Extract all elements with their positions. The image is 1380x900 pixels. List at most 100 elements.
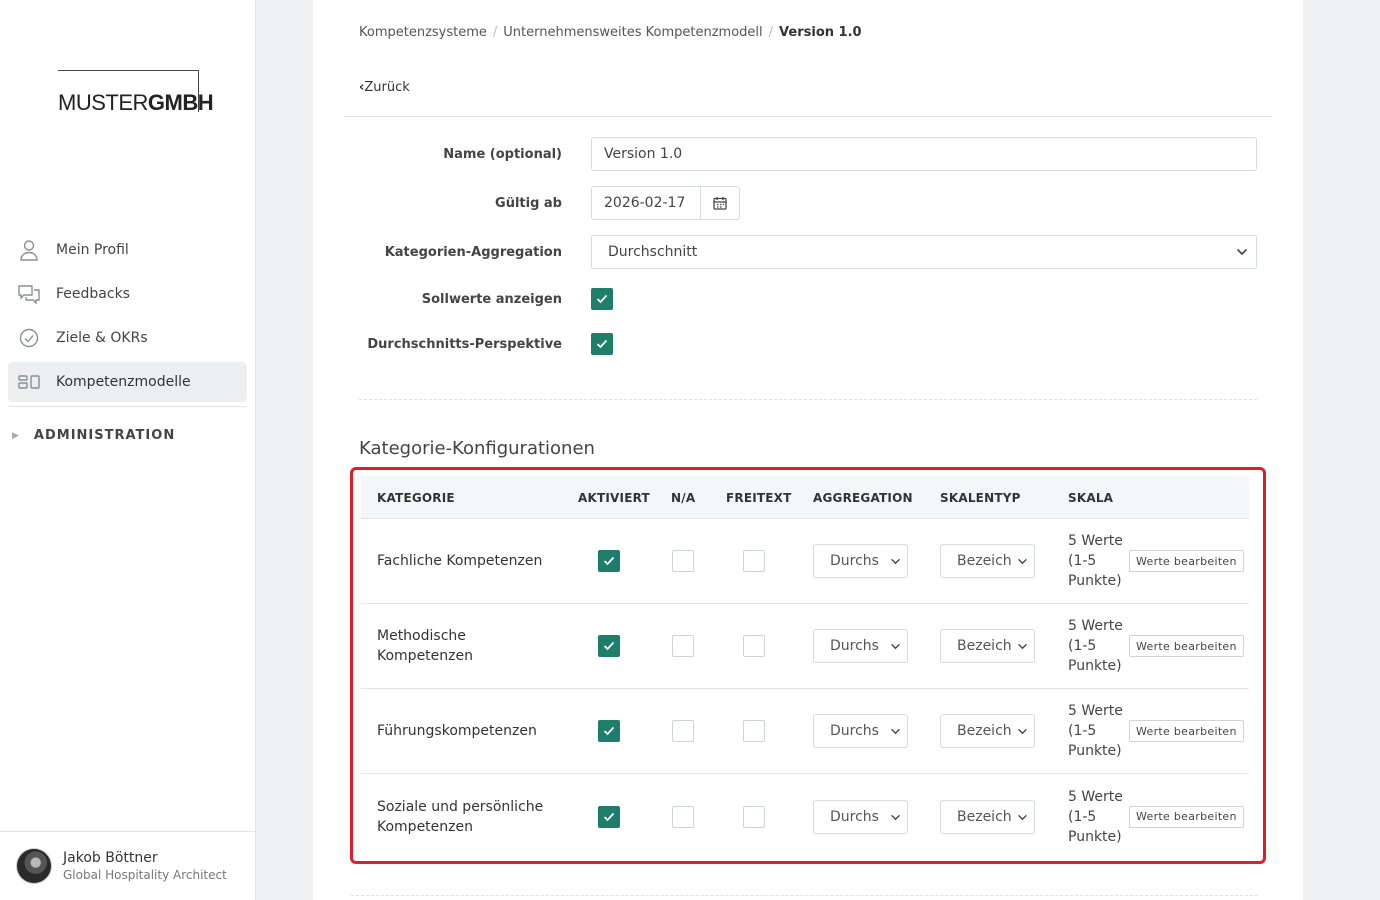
sidebar-item-label: Mein Profil [56, 242, 129, 258]
th-skala: SKALA [1068, 491, 1114, 505]
breadcrumb-item[interactable]: Unternehmensweites Kompetenzmodell [503, 25, 762, 40]
table-header: KATEGORIE AKTIVIERT N/A FREITEXT AGGREGA… [361, 476, 1249, 519]
skalentyp-select[interactable]: Bezeich [940, 544, 1035, 578]
th-na: N/A [671, 491, 696, 505]
edit-values-button[interactable]: Werte bearbeiten [1129, 720, 1244, 742]
logo-bold-text: GMBH [147, 90, 214, 115]
th-freitext: FREITEXT [726, 491, 792, 505]
edit-values-button[interactable]: Werte bearbeiten [1129, 635, 1244, 657]
breadcrumb: Kompetenzsysteme / Unternehmensweites Komp… [359, 25, 862, 40]
sollwerte-label: Sollwerte anzeigen [421, 291, 562, 307]
user-name: Jakob Böttner [63, 850, 158, 866]
check-circle-icon [18, 327, 40, 349]
aktiviert-checkbox[interactable] [598, 550, 620, 572]
na-checkbox[interactable] [672, 550, 694, 572]
sidebar-item-ziele-okrs[interactable]: Ziele & OKRs [8, 318, 247, 358]
valid-date-input[interactable]: 2026-02-17 [591, 186, 701, 220]
breadcrumb-item[interactable]: Kompetenzsysteme [359, 25, 487, 40]
aggregation-select[interactable]: Durchschnitt [591, 235, 1257, 269]
na-checkbox[interactable] [672, 805, 694, 828]
freitext-checkbox[interactable] [743, 550, 765, 572]
chevron-down-icon [890, 638, 901, 654]
divider [359, 399, 1257, 400]
aggregation-value: Durchs [830, 638, 879, 654]
user-role: Global Hospitality Architect [63, 868, 227, 882]
category-name: Führungskompetenzen [377, 723, 537, 739]
edit-values-button[interactable]: Werte bearbeiten [1129, 805, 1244, 828]
aggregation-value: Durchs [830, 723, 879, 739]
scale-summary: 5 Werte (1-5 Punkte) [1068, 788, 1123, 845]
calendar-icon[interactable] [701, 186, 740, 220]
table-row: Methodische Kompetenzen Durchs Bezeich 5… [361, 604, 1249, 689]
skalentyp-value: Bezeich [957, 553, 1012, 569]
model-icon [18, 371, 40, 393]
category-name: Methodische Kompetenzen [377, 628, 473, 664]
sidebar-nav: Mein Profil Feedbacks Ziele & OKRs Kompe… [8, 230, 247, 407]
sollwerte-checkbox[interactable] [591, 288, 613, 310]
sidebar-item-label: Kompetenzmodelle [56, 374, 191, 390]
aggregation-select[interactable]: Durchs [813, 544, 908, 578]
chevron-down-icon [890, 553, 901, 569]
sidebar-item-label: Ziele & OKRs [56, 330, 148, 346]
edit-values-button[interactable]: Werte bearbeiten [1129, 550, 1244, 572]
perspektive-label: Durchschnitts-Perspektive [367, 336, 562, 352]
highlight-frame: KATEGORIE AKTIVIERT N/A FREITEXT AGGREGA… [350, 467, 1266, 864]
aggregation-select[interactable]: Durchs [813, 629, 908, 663]
valid-label: Gültig ab [495, 195, 562, 211]
aggregation-label: Kategorien-Aggregation [384, 244, 562, 260]
skalentyp-value: Bezeich [957, 638, 1012, 654]
perspektive-checkbox[interactable] [591, 333, 613, 355]
form-row-aggregation: Kategorien-Aggregation Durchschnitt [359, 235, 1257, 269]
aggregation-select[interactable]: Durchs [813, 714, 908, 748]
nav-divider [8, 406, 247, 407]
chevron-down-icon [1236, 246, 1248, 259]
freitext-checkbox[interactable] [743, 805, 765, 828]
chevron-down-icon [1017, 809, 1028, 825]
aggregation-value: Durchs [830, 553, 879, 569]
scale-summary: 5 Werte (1-5 Punkte) [1068, 618, 1123, 674]
sidebar-section-administration[interactable]: ▶ ADMINISTRATION [12, 428, 175, 443]
skalentyp-select[interactable]: Bezeich [940, 714, 1035, 748]
scale-summary: 5 Werte (1-5 Punkte) [1068, 703, 1123, 759]
sidebar-item-kompetenzmodelle[interactable]: Kompetenzmodelle [8, 362, 247, 402]
aggregation-value: Durchschnitt [608, 244, 698, 260]
sidebar-item-feedbacks[interactable]: Feedbacks [8, 274, 247, 314]
skalentyp-select[interactable]: Bezeich [940, 799, 1035, 834]
chevron-down-icon [890, 723, 901, 739]
aggregation-select[interactable]: Durchs [813, 799, 908, 834]
caret-right-icon: ▶ [12, 430, 20, 441]
chevron-down-icon [1017, 723, 1028, 739]
form-row-name: Name (optional) Version 1.0 [359, 137, 1257, 171]
section-title: Kategorie-Konfigurationen [359, 438, 595, 459]
sidebar-item-mein-profil[interactable]: Mein Profil [8, 230, 247, 270]
avatar [16, 848, 52, 884]
skalentyp-select[interactable]: Bezeich [940, 629, 1035, 663]
aktiviert-checkbox[interactable] [598, 720, 620, 742]
skalentyp-value: Bezeich [957, 723, 1012, 739]
skalentyp-value: Bezeich [957, 808, 1012, 825]
na-checkbox[interactable] [672, 635, 694, 657]
form-row-sollwerte: Sollwerte anzeigen [359, 288, 1257, 310]
th-aktiviert: AKTIVIERT [578, 491, 650, 505]
user-profile[interactable]: Jakob Böttner Global Hospitality Archite… [0, 831, 255, 900]
chevron-down-icon [890, 809, 901, 825]
name-input[interactable]: Version 1.0 [591, 137, 1257, 171]
back-link[interactable]: ‹Zurück [359, 80, 410, 95]
form-row-perspektive: Durchschnitts-Perspektive [359, 333, 1257, 355]
na-checkbox[interactable] [672, 720, 694, 742]
form-row-valid: Gültig ab 2026-02-17 [359, 186, 1257, 220]
freitext-checkbox[interactable] [743, 635, 765, 657]
back-label: Zurück [364, 80, 410, 95]
divider [351, 895, 1258, 896]
aggregation-value: Durchs [830, 808, 879, 825]
company-logo[interactable]: MUSTERGMBH [58, 70, 214, 114]
chat-icon [18, 283, 40, 305]
sidebar: MUSTERGMBH Mein Profil Feedbacks Ziele &… [0, 0, 256, 900]
date-picker: 2026-02-17 [591, 186, 740, 220]
th-skalentyp: SKALENTYP [940, 491, 1021, 505]
aktiviert-checkbox[interactable] [598, 805, 620, 828]
freitext-checkbox[interactable] [743, 720, 765, 742]
divider [344, 116, 1272, 117]
table-row: Fachliche Kompetenzen Durchs Bezeich 5 W… [361, 519, 1249, 604]
aktiviert-checkbox[interactable] [598, 635, 620, 657]
